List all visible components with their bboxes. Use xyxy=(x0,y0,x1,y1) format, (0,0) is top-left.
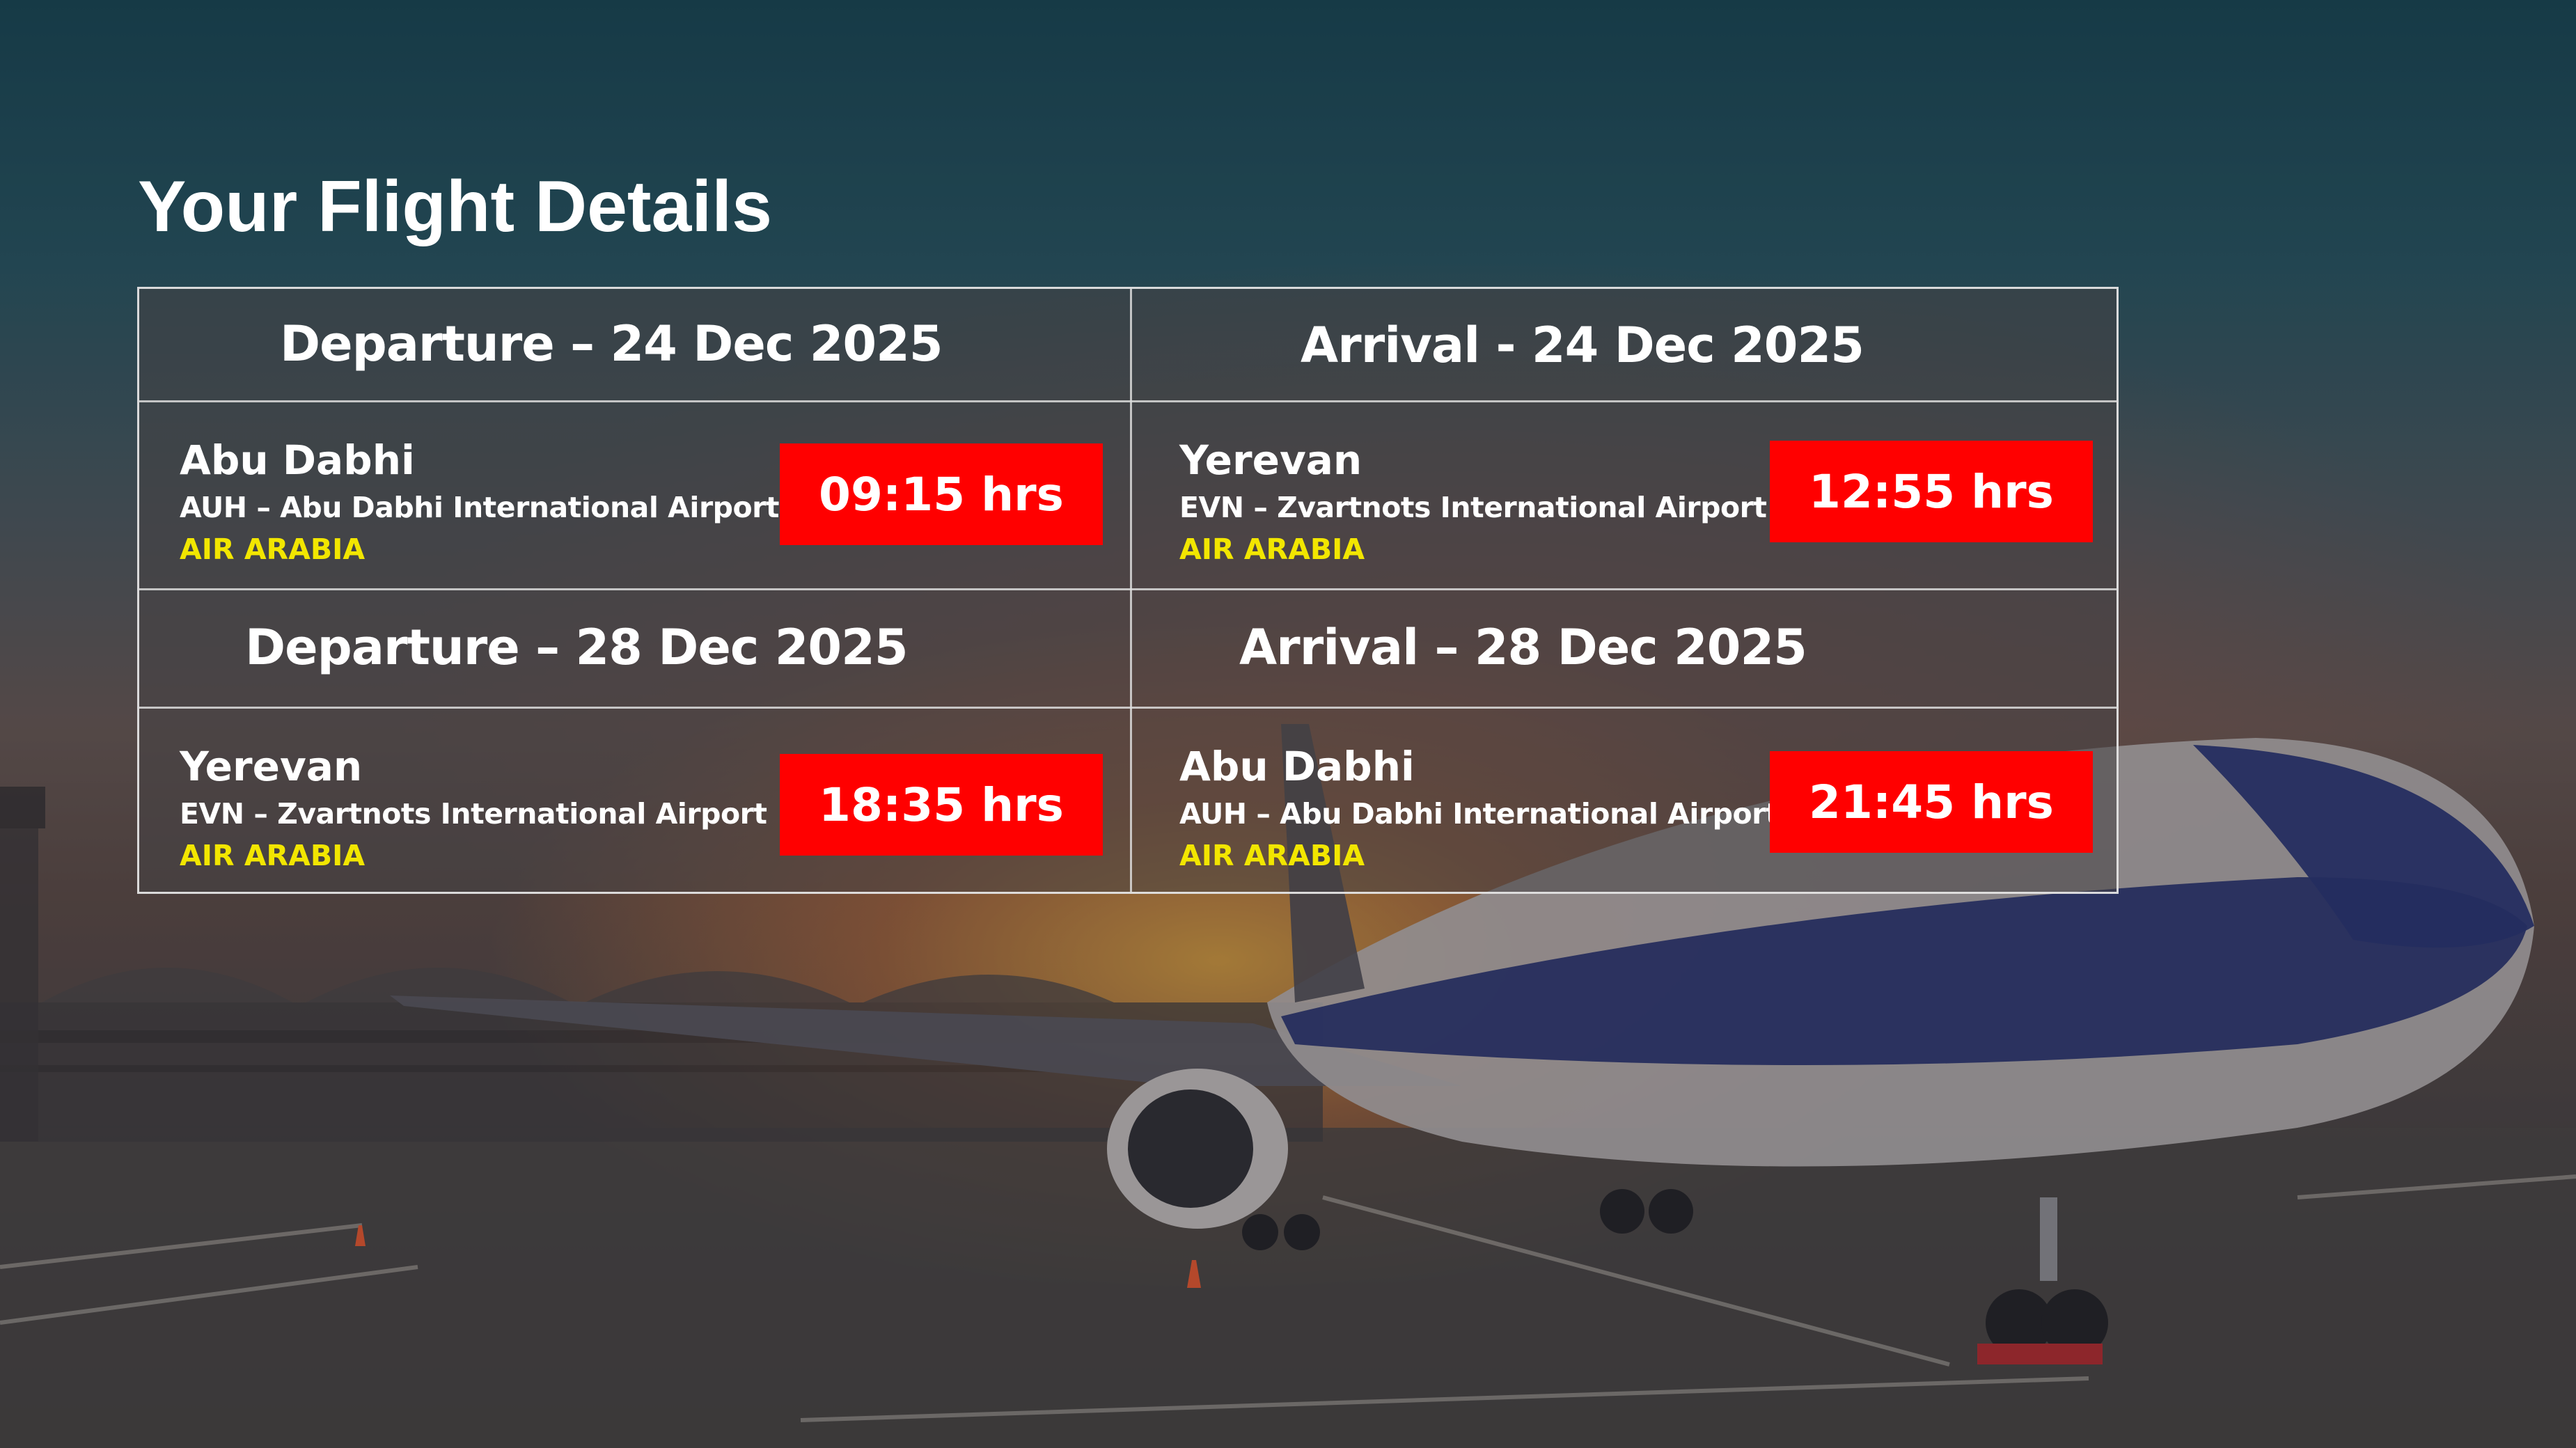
arrival-time-return: 21:45 hrs xyxy=(1770,751,2093,853)
departure-header-outbound: Departure – 24 Dec 2025 xyxy=(280,315,943,372)
departure-airline-outbound: AIR ARABIA xyxy=(180,533,366,566)
departure-airline-return: AIR ARABIA xyxy=(180,839,366,872)
arrival-city-outbound: Yerevan xyxy=(1179,436,1362,484)
departure-header-return: Departure – 28 Dec 2025 xyxy=(245,619,909,676)
arrival-header-outbound: Arrival - 24 Dec 2025 xyxy=(1301,317,1864,374)
page-title: Your Flight Details xyxy=(138,166,773,247)
departure-airport-return: EVN – Zvartnots International Airport xyxy=(180,797,767,831)
table-divider xyxy=(139,588,2116,590)
departure-airport-outbound: AUH – Abu Dabhi International Airport xyxy=(180,491,780,524)
departure-city-return: Yerevan xyxy=(180,743,363,790)
departure-time-return: 18:35 hrs xyxy=(780,754,1103,856)
departure-city-outbound: Abu Dabhi xyxy=(180,436,415,484)
table-divider xyxy=(1130,289,1132,892)
arrival-airport-return: AUH – Abu Dabhi International Airport xyxy=(1179,797,1780,831)
arrival-airline-outbound: AIR ARABIA xyxy=(1179,533,1365,566)
table-divider xyxy=(139,400,2116,402)
arrival-airport-outbound: EVN – Zvartnots International Airport xyxy=(1179,491,1767,524)
arrival-header-return: Arrival – 28 Dec 2025 xyxy=(1239,619,1807,676)
arrival-time-outbound: 12:55 hrs xyxy=(1770,441,2093,542)
arrival-airline-return: AIR ARABIA xyxy=(1179,839,1365,872)
table-divider xyxy=(139,707,2116,709)
arrival-city-return: Abu Dabhi xyxy=(1179,743,1415,790)
flight-details-table: Departure – 24 Dec 2025 Arrival - 24 Dec… xyxy=(137,287,2119,894)
departure-time-outbound: 09:15 hrs xyxy=(780,443,1103,545)
